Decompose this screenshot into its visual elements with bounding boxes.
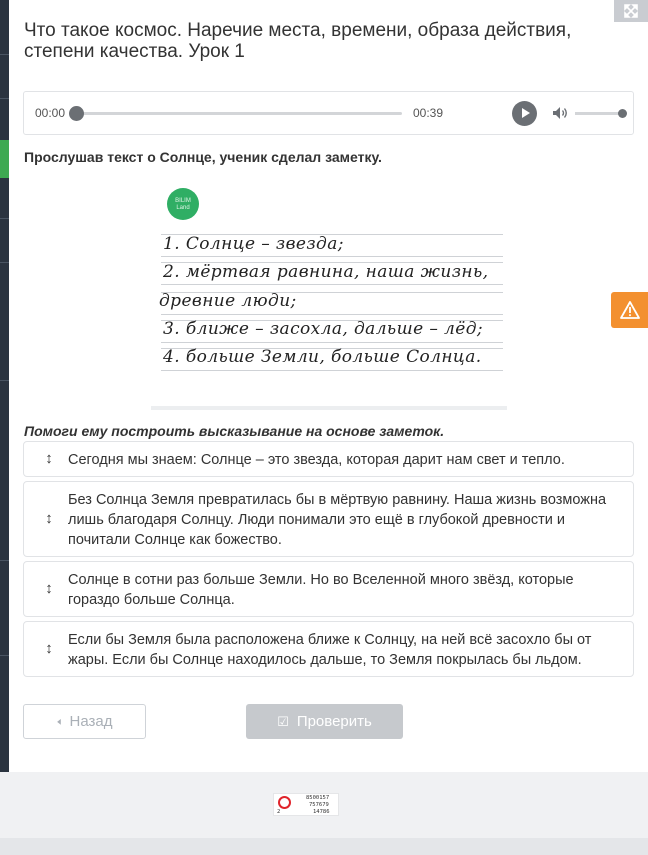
- check-button[interactable]: ☑ Проверить: [246, 704, 403, 739]
- expand-icon: [624, 4, 638, 18]
- note-line-5: 4. больше Земли, больше Солнца.: [163, 347, 482, 367]
- fullscreen-button[interactable]: [614, 0, 648, 22]
- duration: 00:39: [413, 106, 444, 120]
- sortable-item-text: Без Солнца Земля превратилась бы в мёртв…: [68, 492, 607, 548]
- sortable-item-4[interactable]: ↕ Если бы Земля была расположена ближе к…: [23, 621, 634, 677]
- sortable-item-text: Если бы Земля была расположена ближе к С…: [68, 632, 592, 668]
- drag-handle-icon[interactable]: ↕: [44, 510, 54, 528]
- volume-handle[interactable]: [618, 109, 627, 118]
- speaker-icon[interactable]: [551, 104, 569, 122]
- sortable-item-2[interactable]: ↕ Без Солнца Земля превратилась бы в мёр…: [23, 481, 634, 557]
- sortable-item-text: Сегодня мы знаем: Солнце – это звезда, к…: [68, 452, 565, 468]
- checkbox-icon: ☑: [277, 714, 289, 729]
- bottom-bar: [0, 838, 648, 855]
- note-line-2: 2. мёртвая равнина, наша жизнь,: [163, 262, 489, 282]
- volume-track[interactable]: [575, 112, 622, 115]
- progress-track[interactable]: [76, 112, 402, 115]
- note-line-1: 1. Солнце – звезда;: [163, 234, 344, 254]
- drag-handle-icon[interactable]: ↕: [44, 580, 54, 598]
- sortable-item-3[interactable]: ↕ Солнце в сотни раз больше Земли. Но во…: [23, 561, 634, 617]
- lesson-card: Что такое космос. Наречие места, времени…: [9, 0, 648, 772]
- sortable-item-text: Солнце в сотни раз больше Земли. Но во В…: [68, 572, 574, 608]
- counter-logo-icon: [278, 796, 291, 809]
- report-error-button[interactable]: [611, 292, 648, 328]
- drag-handle-icon[interactable]: ↕: [44, 640, 54, 658]
- audio-player: 00:00 00:39: [23, 91, 634, 135]
- sortable-item-1[interactable]: ↕ Сегодня мы знаем: Солнце – это звезда,…: [23, 441, 634, 477]
- left-nav-strip: [0, 0, 9, 772]
- play-button[interactable]: [512, 101, 537, 126]
- arrow-left-icon: 🢐: [56, 714, 62, 729]
- bilimland-logo: BILIM Land: [167, 188, 199, 220]
- task-helper-text: Помоги ему построить высказывание на осн…: [24, 423, 445, 439]
- visitor-counter[interactable]: 8500157 757679 14786 2: [273, 793, 339, 816]
- warning-icon: [620, 301, 640, 319]
- notebook-image: BILIM Land 1. Солнце – звезда; 2. мёртва…: [151, 178, 507, 410]
- current-time: 00:00: [35, 106, 66, 120]
- page-title: Что такое космос. Наречие места, времени…: [24, 20, 572, 62]
- note-line-4: 3. ближе – засохла, дальше – лёд;: [163, 319, 484, 339]
- active-nav-indicator: [0, 140, 9, 178]
- note-line-3: древние люди;: [159, 291, 297, 311]
- back-button[interactable]: 🢐 Назад: [23, 704, 146, 739]
- drag-handle-icon[interactable]: ↕: [44, 450, 54, 468]
- progress-handle[interactable]: [69, 106, 84, 121]
- task-instruction: Прослушав текст о Солнце, ученик сделал …: [24, 149, 382, 165]
